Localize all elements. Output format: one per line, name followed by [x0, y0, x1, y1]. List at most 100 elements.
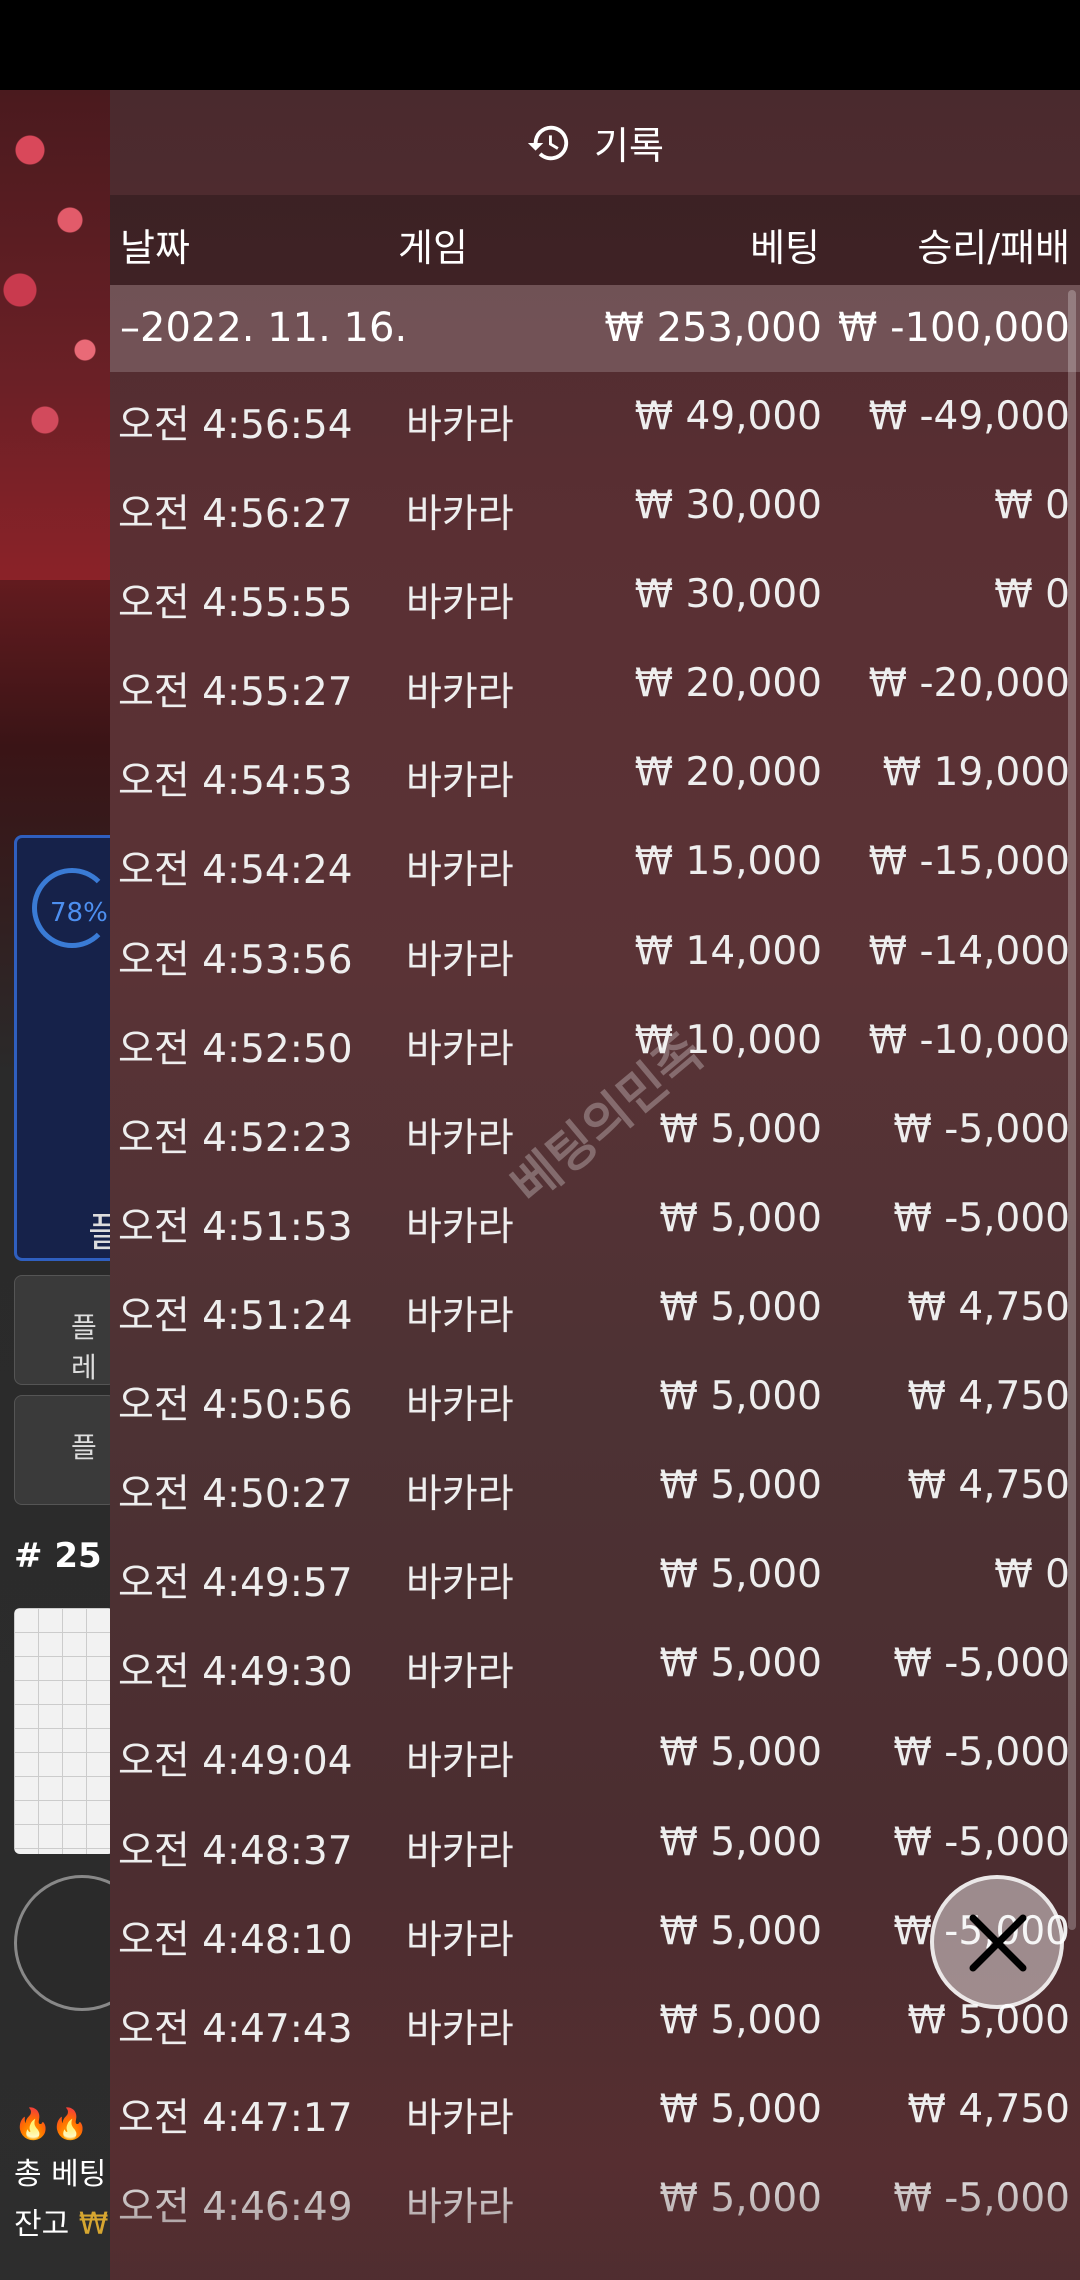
row-time: 오전 4:49:57 — [118, 1561, 353, 1607]
row-time: 오전 4:47:17 — [118, 2095, 353, 2141]
row-time: 오전 4:53:56 — [118, 937, 353, 983]
row-bet: ₩ 49,000 — [634, 394, 822, 439]
date-group-row[interactable]: –2022. 11. 16. ₩ 253,000 ₩ -100,000 — [110, 285, 1080, 372]
row-game: 바카라 — [406, 1650, 514, 1696]
player-pair-button[interactable]: 플 — [14, 1395, 116, 1505]
history-row[interactable]: 오전 4:51:53 바카라 ₩ 5,000 ₩ -5,000 — [110, 1174, 1080, 1263]
history-row[interactable]: 오전 4:54:53 바카라 ₩ 20,000 ₩ 19,000 — [110, 728, 1080, 817]
row-result: ₩ 4,750 — [907, 1284, 1070, 1330]
history-title-bar: 기록 — [110, 90, 1080, 195]
row-game: 바카라 — [406, 1472, 514, 1518]
row-result: ₩ 4,750 — [907, 2086, 1070, 2132]
row-game: 바카라 — [406, 1026, 514, 1072]
row-game: 바카라 — [406, 1739, 514, 1785]
history-row[interactable]: 오전 4:47:17 바카라 ₩ 5,000 ₩ 4,750 — [110, 2065, 1080, 2154]
row-result: ₩ -5,000 — [893, 1106, 1070, 1152]
row-result: ₩ 19,000 — [882, 750, 1070, 796]
row-game: 바카라 — [406, 1115, 514, 1161]
row-result: ₩ -49,000 — [868, 394, 1071, 439]
row-time: 오전 4:51:53 — [118, 1204, 353, 1250]
column-date: 날짜 — [120, 226, 190, 270]
table-header: 날짜 게임 베팅 승리/패배 — [110, 195, 1080, 285]
balance-label: 잔고 — [14, 2207, 70, 2242]
row-result: ₩ 4,750 — [907, 1374, 1070, 1420]
row-time: 오전 4:48:10 — [118, 1917, 353, 1963]
history-row[interactable]: 오전 4:52:50 바카라 ₩ 10,000 ₩ -10,000 — [110, 996, 1080, 1085]
row-result: ₩ 0 — [994, 483, 1070, 529]
column-game: 게임 — [398, 226, 468, 270]
row-game: 바카라 — [406, 670, 514, 716]
row-bet: ₩ 5,000 — [659, 2175, 822, 2221]
history-row[interactable]: 오전 4:55:27 바카라 ₩ 20,000 ₩ -20,000 — [110, 639, 1080, 728]
row-result: ₩ -14,000 — [868, 928, 1071, 974]
row-result: ₩ -5,000 — [893, 2175, 1070, 2221]
history-title: 기록 — [594, 124, 664, 168]
history-row[interactable]: 오전 4:49:57 바카라 ₩ 5,000 ₩ 0 — [110, 1530, 1080, 1619]
progress-percent: 78% — [50, 898, 108, 928]
row-result: ₩ -5,000 — [893, 1641, 1070, 1687]
row-bet: ₩ 5,000 — [659, 1463, 822, 1509]
fire-icon: 🔥🔥 — [14, 2107, 89, 2142]
row-time: 오전 4:56:54 — [118, 403, 353, 448]
history-row[interactable]: 오전 4:50:56 바카라 ₩ 5,000 ₩ 4,750 — [110, 1352, 1080, 1441]
history-row[interactable]: 오전 4:46:49 바카라 ₩ 5,000 ₩ -5,000 — [110, 2154, 1080, 2243]
row-game: 바카라 — [406, 492, 514, 538]
row-bet: ₩ 5,000 — [659, 1195, 822, 1241]
row-bet: ₩ 5,000 — [659, 1552, 822, 1598]
row-time: 오전 4:52:50 — [118, 1026, 353, 1072]
row-bet: ₩ 5,000 — [659, 1908, 822, 1954]
history-row[interactable]: 오전 4:54:24 바카라 ₩ 15,000 ₩ -15,000 — [110, 817, 1080, 906]
row-time: 오전 4:52:23 — [118, 1115, 353, 1161]
bead-roadmap — [14, 1608, 114, 1854]
history-row[interactable]: 오전 4:49:30 바카라 ₩ 5,000 ₩ -5,000 — [110, 1619, 1080, 1708]
row-time: 오전 4:49:04 — [118, 1739, 353, 1785]
date-group-label: –2022. 11. 16. — [120, 305, 408, 351]
row-result: ₩ -5,000 — [893, 1819, 1070, 1865]
row-result: ₩ 0 — [994, 572, 1070, 618]
history-row[interactable]: 오전 4:49:04 바카라 ₩ 5,000 ₩ -5,000 — [110, 1708, 1080, 1797]
row-game: 바카라 — [406, 848, 514, 894]
player-button[interactable]: 플레 — [14, 1275, 116, 1385]
scrollbar[interactable] — [1068, 290, 1076, 1930]
row-result: ₩ -20,000 — [868, 661, 1071, 707]
row-time: 오전 4:56:27 — [118, 492, 353, 538]
row-bet: ₩ 14,000 — [634, 928, 822, 974]
row-game: 바카라 — [406, 1917, 514, 1963]
row-bet: ₩ 30,000 — [634, 572, 822, 618]
history-row[interactable]: 오전 4:55:55 바카라 ₩ 30,000 ₩ 0 — [110, 550, 1080, 639]
history-row[interactable]: 오전 4:48:37 바카라 ₩ 5,000 ₩ -5,000 — [110, 1798, 1080, 1887]
row-time: 오전 4:55:55 — [118, 581, 353, 627]
row-game: 바카라 — [406, 1828, 514, 1874]
row-time: 오전 4:54:53 — [118, 759, 353, 805]
date-group-result-total: ₩ -100,000 — [837, 305, 1070, 351]
row-result: ₩ -10,000 — [868, 1017, 1071, 1063]
history-row[interactable]: 오전 4:47:43 바카라 ₩ 5,000 ₩ 5,000 — [110, 1976, 1080, 2065]
row-time: 오전 4:51:24 — [118, 1293, 353, 1339]
row-result: ₩ -5,000 — [893, 1195, 1070, 1241]
history-row[interactable]: 오전 4:53:56 바카라 ₩ 14,000 ₩ -14,000 — [110, 907, 1080, 996]
row-game: 바카라 — [406, 1293, 514, 1339]
table-decoration — [0, 90, 110, 580]
row-time: 오전 4:50:56 — [118, 1383, 353, 1429]
history-row[interactable]: 오전 4:56:54 바카라 ₩ 49,000 ₩ -49,000 — [110, 372, 1080, 461]
row-time: 오전 4:54:24 — [118, 848, 353, 894]
history-row[interactable]: 오전 4:50:27 바카라 ₩ 5,000 ₩ 4,750 — [110, 1441, 1080, 1530]
history-row[interactable]: 오전 4:56:27 바카라 ₩ 30,000 ₩ 0 — [110, 461, 1080, 550]
column-bet: 베팅 — [750, 226, 820, 270]
row-game: 바카라 — [406, 1383, 514, 1429]
close-button[interactable] — [930, 1875, 1064, 2009]
row-result: ₩ 4,750 — [907, 1463, 1070, 1509]
row-time: 오전 4:55:27 — [118, 670, 353, 716]
row-game: 바카라 — [406, 581, 514, 627]
player-button-label: 플레 — [71, 1311, 97, 1384]
status-bar — [0, 0, 1080, 90]
row-bet: ₩ 5,000 — [659, 2086, 822, 2132]
row-game: 바카라 — [406, 2184, 514, 2230]
row-time: 오전 4:50:27 — [118, 1472, 353, 1518]
row-bet: ₩ 20,000 — [634, 750, 822, 796]
row-game: 바카라 — [406, 2095, 514, 2141]
player-pair-button-label: 플 — [71, 1431, 97, 1464]
history-row[interactable]: 오전 4:51:24 바카라 ₩ 5,000 ₩ 4,750 — [110, 1263, 1080, 1352]
row-bet: ₩ 5,000 — [659, 1997, 822, 2043]
row-result: ₩ -15,000 — [868, 839, 1071, 885]
